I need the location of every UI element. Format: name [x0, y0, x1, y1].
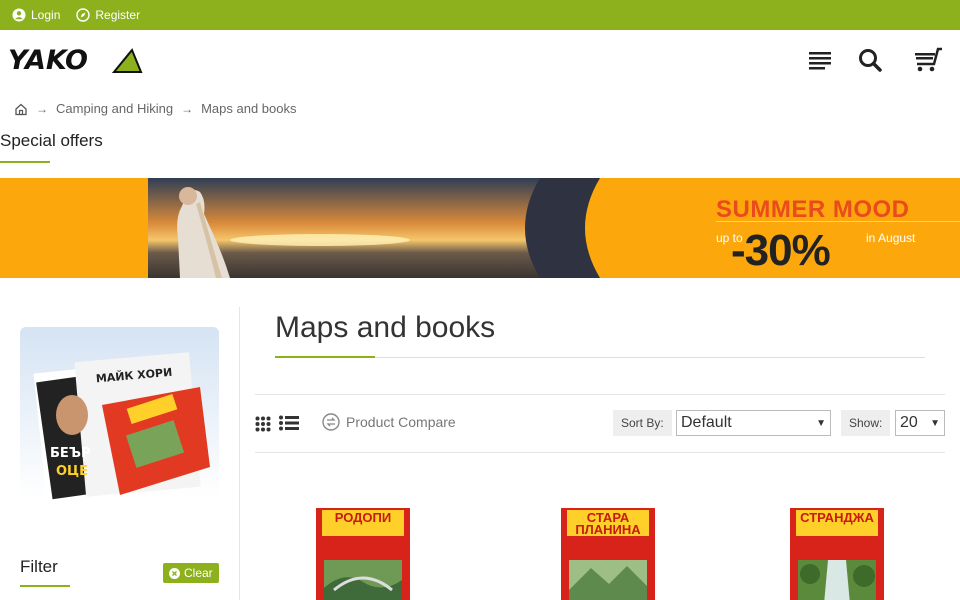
clear-filter-button[interactable]: Clear	[163, 563, 219, 583]
list-view-icon[interactable]	[279, 415, 299, 431]
close-circle-icon	[169, 567, 180, 579]
grid-view-icon[interactable]	[255, 416, 271, 432]
heading-underline	[0, 161, 50, 163]
title-accent	[275, 356, 375, 358]
top-bar: Login Register	[0, 0, 960, 30]
arrow-right-icon: →	[181, 101, 194, 116]
svg-text:ОЦЕ: ОЦЕ	[56, 464, 88, 479]
banner-divider	[716, 221, 960, 222]
chevron-down-icon: ▼	[816, 417, 826, 429]
login-label: Login	[31, 8, 61, 22]
show-select[interactable]: 20 ▼	[895, 410, 945, 436]
filter-underline	[20, 585, 70, 587]
sort-value: Default	[681, 414, 732, 431]
home-icon[interactable]	[14, 102, 28, 116]
toolbar-rule-top	[255, 394, 945, 395]
product-card[interactable]: РОДОПИ	[316, 508, 410, 600]
product-title: СТАРА ПЛАНИНА	[567, 510, 649, 536]
breadcrumb: → Camping and Hiking → Maps and books	[14, 101, 296, 116]
show-label: Show:	[841, 410, 891, 436]
sort-select[interactable]: Default ▼	[676, 410, 831, 436]
register-link[interactable]: Register	[76, 8, 140, 22]
header: YAKO	[0, 30, 960, 90]
user-icon	[12, 8, 26, 22]
filter-heading: Filter	[20, 557, 58, 576]
breadcrumb-camping[interactable]: Camping and Hiking	[56, 101, 173, 116]
product-image	[569, 560, 647, 600]
chevron-down-icon: ▼	[930, 417, 940, 429]
product-image	[324, 560, 402, 600]
yako-logo[interactable]: YAKO	[8, 44, 143, 76]
register-label: Register	[95, 8, 141, 22]
sidebar-divider	[239, 307, 240, 600]
special-offers-heading: Special offers	[0, 131, 103, 150]
page-title: Maps and books	[275, 311, 496, 344]
breadcrumb-maps[interactable]: Maps and books	[201, 101, 296, 116]
compare-label: Product Compare	[346, 414, 456, 430]
toolbar-rule-bottom	[255, 452, 945, 453]
menu-icon[interactable]	[807, 47, 833, 73]
compare-icon	[322, 413, 340, 431]
banner-when: in August	[866, 231, 916, 245]
product-image	[798, 560, 876, 600]
sort-by-label: Sort By:	[613, 410, 672, 436]
show-value: 20	[900, 414, 918, 431]
product-title: РОДОПИ	[322, 510, 404, 536]
clear-label: Clear	[184, 566, 213, 580]
cart-icon[interactable]	[912, 47, 944, 73]
svg-text:БЕЪР: БЕЪР	[50, 446, 91, 461]
arrow-right-icon: →	[36, 101, 48, 116]
search-icon[interactable]	[857, 47, 883, 73]
banner-discount: -30%	[731, 226, 831, 275]
product-card[interactable]: СТРАНДЖА	[790, 508, 884, 600]
logo-text: YAKO	[8, 45, 88, 76]
product-title: СТРАНДЖА	[796, 510, 878, 536]
banner-title: SUMMER MOOD	[716, 196, 910, 223]
login-link[interactable]: Login	[12, 8, 60, 22]
books-illustration: МАЙК ХОРИ БЕЪР ОЦЕ	[33, 352, 210, 503]
compass-icon	[76, 8, 91, 22]
product-compare-link[interactable]: Product Compare	[322, 413, 456, 431]
product-card[interactable]: СТАРА ПЛАНИНА	[561, 508, 655, 600]
category-image[interactable]: МАЙК ХОРИ БЕЪР ОЦЕ	[20, 327, 219, 527]
